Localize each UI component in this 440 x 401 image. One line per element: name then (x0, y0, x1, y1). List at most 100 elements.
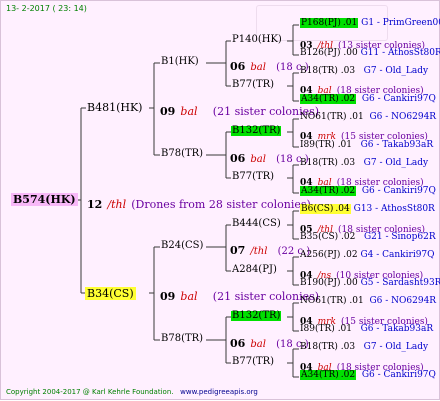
gen3-queen-id[interactable]: A284(PJ) (232, 265, 277, 275)
gen4-ancestor[interactable]: B18(TR) .03 G7 - Old_Lady (300, 159, 428, 168)
root-mark: /thl (107, 198, 127, 211)
gen4-id: A34(TR) (300, 94, 340, 104)
gen3-queen-id[interactable]: B77(TR) (232, 357, 274, 367)
gen4-id: NO61(TR) (300, 296, 347, 306)
gen4-ancestor[interactable]: B126(PJ) .00 G11 - AthosSt80R (300, 49, 440, 58)
print-date: 13- 2-2017 ( 23: 14) (6, 4, 87, 13)
gen4-breeder: G6 - Cankiri97Q (361, 186, 436, 196)
gen2-queen-id[interactable]: B78(TR) (161, 334, 203, 344)
gen4-year: .03 (340, 342, 356, 352)
gen4-breeder: G4 - Cankiri97Q (360, 250, 435, 260)
gen4-ancestor[interactable]: A34(TR) .02 G6 - Cankiri97Q (300, 370, 436, 380)
gen3-queen-id[interactable]: P140(HK) (232, 35, 282, 45)
gen4-id: B35(CS) (300, 232, 339, 242)
gen4-id: B18(TR) (300, 342, 338, 352)
gen4-ancestor[interactable]: A256(PJ) .02 G4 - Cankiri97Q (300, 251, 435, 260)
gen3-queen-id[interactable]: B77(TR) (232, 172, 274, 182)
gen4-breeder: G6 - Takab93aR (360, 140, 434, 150)
gen4-breeder: G6 - NO6294R (369, 112, 437, 122)
gen4-ancestor[interactable]: B35(CS) .02 G21 - Sinop62R (300, 233, 436, 242)
gen2-mark: /thl (250, 246, 268, 257)
gen4-ancestor[interactable]: I89(TR) .01 G6 - Takab93aR (300, 141, 433, 150)
gen4-ancestor[interactable]: A34(TR) .02 G6 - Cankiri97Q (300, 186, 436, 196)
gen1-year: 09 (160, 105, 176, 118)
gen2-queen-id[interactable]: B1(HK) (161, 57, 199, 67)
gen4-id: B18(TR) (300, 158, 338, 168)
gen2-year: 06 (230, 337, 246, 350)
pedigree-chart: 13- 2-2017 ( 23: 14) B574(HK) 12 /thl (D… (0, 0, 440, 400)
gen4-year: .01 (337, 324, 353, 334)
gen4-id: B18(TR) (300, 66, 338, 76)
gen1-mark: bal (180, 105, 198, 118)
gen2-drone-info: 06 bal (18 c.) (230, 334, 309, 350)
gen4-year: .01 (349, 112, 364, 122)
gen4-ancestor[interactable]: B18(TR) .03 G7 - Old_Lady (300, 67, 428, 76)
gen3-queen-id[interactable]: B77(TR) (232, 80, 274, 90)
gen4-year: .02 (339, 94, 357, 104)
gen4-year: .03 (340, 66, 356, 76)
gen1-drone-info: 09 bal (21 sister colonies) (160, 287, 319, 303)
gen4-breeder: G21 - Sinop62R (363, 232, 436, 242)
gen1-year: 09 (160, 290, 176, 303)
gen4-year: .03 (340, 158, 356, 168)
gen2-drone-info: 06 bal (18 c.) (230, 149, 309, 165)
gen4-id: B6(CS) (300, 204, 335, 214)
gen2-mark: bal (250, 154, 266, 165)
gen4-breeder: G7 - Old_Lady (363, 158, 429, 168)
gen4-year: .02 (339, 370, 357, 380)
gen4-id: B126(PJ) (300, 48, 341, 58)
gen4-ancestor[interactable]: NO61(TR) .01 G6 - NO6294R (300, 297, 436, 306)
footer-url[interactable]: www.pedigreeapis.org (180, 388, 258, 396)
gen1-drone-info: 09 bal (21 sister colonies) (160, 102, 319, 118)
gen1-queen-id[interactable]: B481(HK) (87, 102, 142, 113)
gen4-id: A34(TR) (300, 186, 340, 196)
gen1-queen-id[interactable]: B34(CS) (85, 287, 136, 300)
gen4-id: P168(PJ) (300, 18, 342, 28)
footer: Copyright 2004-2017 @ Karl Kehrle Founda… (6, 389, 258, 396)
gen2-drone-info: 06 bal (18 c.) (230, 57, 309, 73)
root-note: (Drones from 28 sister colonies) (131, 198, 311, 211)
gen4-year: .01 (337, 140, 353, 150)
gen4-id: B190(PJ) (300, 278, 341, 288)
gen4-ancestor[interactable]: B18(TR) .03 G7 - Old_Lady (300, 343, 428, 352)
gen4-id: NO61(TR) (300, 112, 347, 122)
gen4-ancestor[interactable]: NO61(TR) .01 G6 - NO6294R (300, 113, 436, 122)
gen3-queen-id[interactable]: B444(CS) (232, 219, 281, 229)
footer-copyright: Copyright 2004-2017 @ Karl Kehrle Founda… (6, 388, 174, 396)
gen4-breeder: G6 - Cankiri97Q (361, 370, 436, 380)
gen4-breeder: G6 - NO6294R (369, 296, 437, 306)
gen2-queen-id[interactable]: B78(TR) (161, 149, 203, 159)
gen4-year: .02 (341, 232, 356, 242)
gen4-ancestor[interactable]: B6(CS) .04 G13 - AthosSt80R (300, 204, 435, 214)
gen2-year: 06 (230, 60, 246, 73)
gen2-year: 06 (230, 152, 246, 165)
root-year: 12 (87, 198, 103, 211)
root-drone-info: 12 /thl (Drones from 28 sister colonies) (87, 195, 311, 211)
gen4-breeder: G13 - AthosSt80R (353, 204, 435, 214)
gen4-year: .04 (334, 204, 351, 214)
root-queen-id[interactable]: B574(HK) (11, 193, 78, 206)
gen4-breeder: G6 - Cankiri97Q (361, 94, 436, 104)
gen3-queen-id[interactable]: B132(TR) (231, 126, 282, 136)
gen4-year: .01 (349, 296, 364, 306)
gen2-drone-info: 07 /thl (22 c.) (230, 241, 310, 257)
gen4-ancestor[interactable]: P168(PJ) .01 G1 - PrimGreen00 (300, 18, 440, 28)
gen4-id: A256(PJ) (300, 250, 341, 260)
gen4-breeder: G6 - Takab93aR (360, 324, 434, 334)
gen4-breeder: G1 - PrimGreen00 (361, 18, 440, 28)
gen4-year: .02 (343, 250, 358, 260)
gen4-ancestor[interactable]: A34(TR) .02 G6 - Cankiri97Q (300, 94, 436, 104)
gen4-breeder: G11 - AthosSt80R (360, 48, 440, 58)
gen2-mark: bal (250, 62, 266, 73)
gen4-id: I89(TR) (300, 140, 335, 150)
gen3-queen-id[interactable]: B132(TR) (231, 311, 282, 321)
gen1-mark: bal (180, 290, 198, 303)
gen2-queen-id[interactable]: B24(CS) (161, 241, 203, 251)
gen4-ancestor[interactable]: I89(TR) .01 G6 - Takab93aR (300, 325, 433, 334)
gen2-year: 07 (230, 244, 246, 257)
gen4-id: A34(TR) (300, 370, 340, 380)
gen4-year: .00 (343, 48, 358, 58)
gen4-breeder: G7 - Old_Lady (363, 342, 429, 352)
gen4-ancestor[interactable]: B190(PJ) .00 G5 - Sardasht93R (300, 279, 440, 288)
gen4-year: .00 (343, 278, 358, 288)
